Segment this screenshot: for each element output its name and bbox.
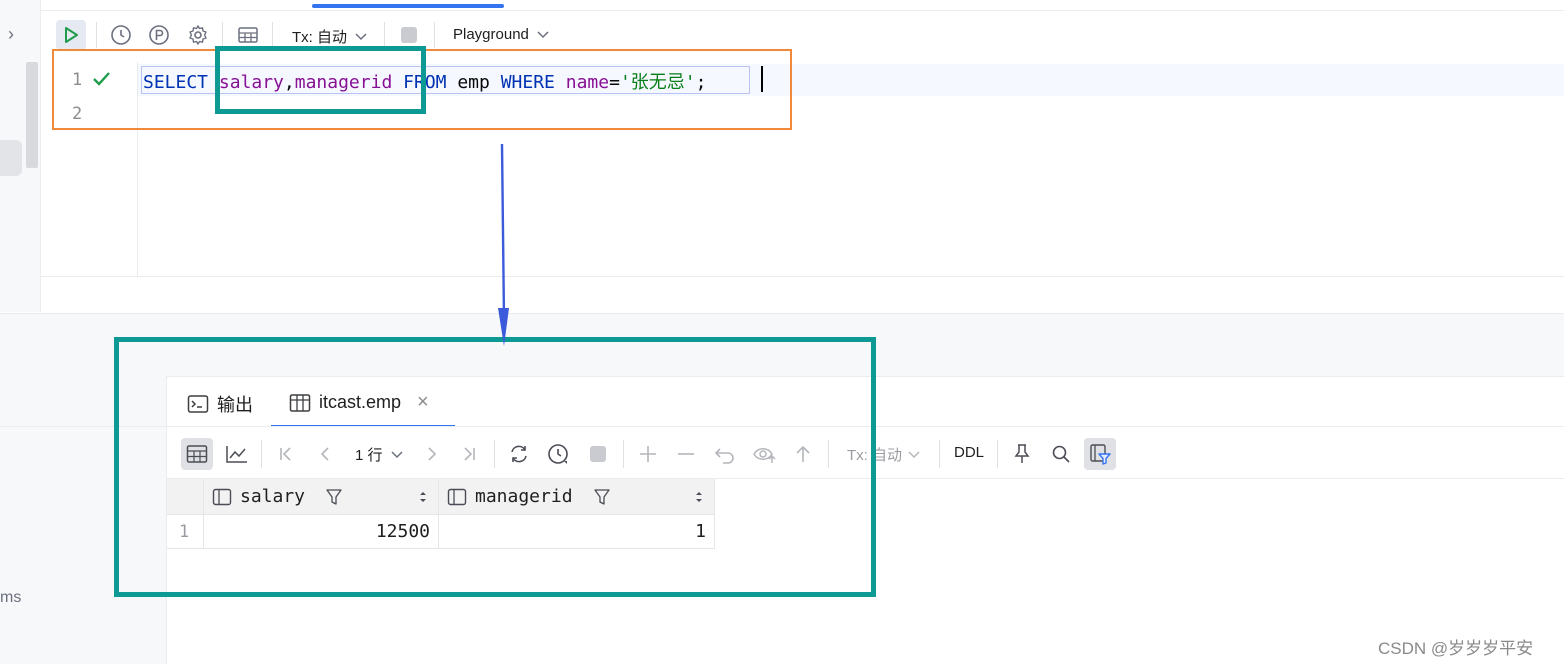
scrollbar-thumb[interactable]: [26, 62, 38, 168]
history-button[interactable]: [106, 20, 136, 50]
filter-panel-button[interactable]: [1084, 438, 1116, 470]
annotation-box-results: [114, 337, 876, 597]
divider: [40, 10, 1564, 11]
chevron-down-icon: [908, 450, 920, 458]
active-editor-tab-indicator: [312, 4, 504, 8]
annotation-box-columns: [215, 46, 426, 114]
run-button[interactable]: [56, 20, 86, 50]
schema-label: Playground: [453, 26, 529, 43]
tree-item-label[interactable]: ms: [0, 589, 21, 607]
divider: [997, 440, 998, 468]
divider: [222, 22, 223, 48]
left-panel-tab[interactable]: [0, 140, 22, 176]
settings-button[interactable]: [183, 20, 213, 50]
divider: [96, 22, 97, 48]
divider: [434, 22, 435, 48]
divider: [384, 22, 385, 48]
chevron-down-icon: [537, 30, 549, 38]
gear-icon: [189, 25, 207, 45]
chevron-down-icon: [355, 32, 367, 40]
column-filter-icon: [1090, 444, 1111, 465]
chevron-right-icon[interactable]: ›: [8, 24, 14, 45]
divider: [272, 22, 273, 48]
clock-icon: [111, 25, 131, 45]
ddl-button[interactable]: DDL: [954, 444, 984, 461]
stop-icon: [401, 27, 417, 43]
play-icon: [65, 27, 78, 43]
transaction-mode-label: Tx: 自动: [292, 29, 347, 46]
p-circle-icon: [149, 25, 169, 45]
annotation-arrow: [498, 143, 509, 346]
table-icon: [238, 27, 258, 43]
divider: [939, 440, 940, 468]
search-icon: [1052, 445, 1070, 463]
schema-dropdown[interactable]: Playground: [453, 26, 549, 43]
pin-icon: [1014, 444, 1030, 463]
watermark: CSDN @岁岁岁平安: [1378, 639, 1534, 658]
explain-plan-button[interactable]: [144, 20, 174, 50]
transaction-mode-dropdown[interactable]: Tx: 自动: [292, 26, 367, 47]
divider: [41, 276, 1564, 277]
pin-tab-button[interactable]: [1006, 438, 1038, 470]
search-button[interactable]: [1045, 438, 1077, 470]
